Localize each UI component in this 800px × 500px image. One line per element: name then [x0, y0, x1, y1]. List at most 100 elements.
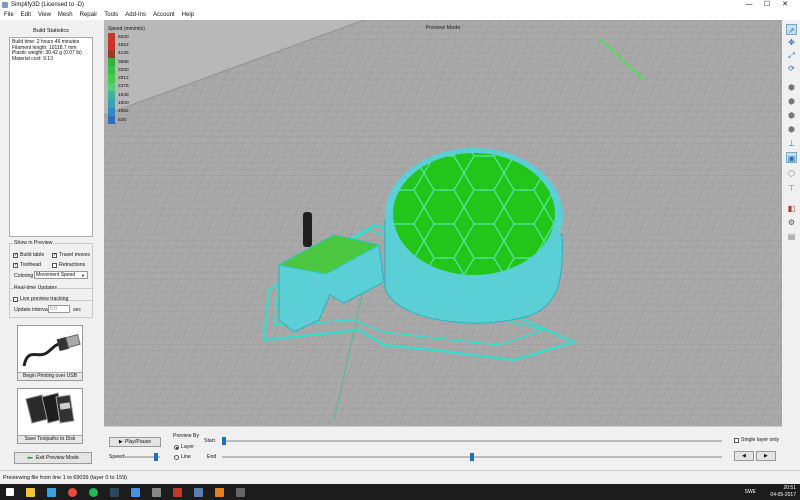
line-radio[interactable]: Line: [174, 454, 191, 460]
next-arrow-icon: ▶: [764, 453, 768, 459]
coloring-value: Movement Speed: [36, 272, 76, 278]
nozzle-icon[interactable]: ⊤: [786, 183, 797, 194]
preview-viewport[interactable]: Preview Mode Speed (mm/min) 5000 4562 4125…: [104, 20, 782, 426]
menu-add-ins[interactable]: Add-Ins: [125, 12, 146, 18]
legend-title: Speed (mm/min): [108, 26, 145, 32]
legend-swatch: [108, 99, 115, 108]
view-iso-icon[interactable]: ⬢: [786, 82, 797, 93]
windows-start-icon[interactable]: [6, 488, 14, 496]
menu-help[interactable]: Help: [182, 12, 194, 18]
layer-radio-dot: [174, 444, 179, 450]
usb-print-button[interactable]: Begin Printing over USB: [17, 325, 83, 381]
toolhead-checkbox[interactable]: ✓ Toolhead: [13, 262, 41, 268]
legend-swatch: [108, 49, 115, 58]
back-arrow-icon: ⬅: [27, 455, 33, 462]
view-right-icon[interactable]: ⬢: [786, 124, 797, 135]
spotify-icon[interactable]: [89, 487, 98, 497]
view-top-icon[interactable]: ⬢: [786, 110, 797, 121]
legend-swatch: [108, 82, 115, 92]
legend-entry: 625: [108, 115, 148, 125]
play-pause-button[interactable]: ▶ Play/Pause: [109, 437, 161, 447]
menu-bar: File Edit View Mesh Repair Tools Add-Ins…: [0, 9, 800, 20]
close-button[interactable]: ✕: [776, 0, 794, 9]
live-preview-checkbox[interactable]: Live preview tracking: [13, 296, 68, 302]
menu-edit[interactable]: Edit: [21, 12, 31, 18]
legend-entry: 1062: [108, 107, 148, 116]
store-icon[interactable]: [131, 487, 140, 497]
menu-view[interactable]: View: [38, 12, 51, 18]
layers-icon[interactable]: ▤: [786, 231, 797, 242]
layer-radio-label: Layer: [181, 444, 194, 450]
menu-account[interactable]: Account: [153, 12, 175, 18]
move-icon[interactable]: ✥: [786, 37, 797, 48]
minimize-button[interactable]: —: [740, 0, 758, 9]
start-slider[interactable]: [222, 440, 722, 442]
legend-entry: 2812: [108, 74, 148, 83]
start-slider-thumb[interactable]: [222, 437, 226, 445]
save-toolpaths-button[interactable]: Save Toolpaths to Disk: [17, 388, 83, 444]
legend-value: 2812: [118, 76, 129, 82]
menu-file[interactable]: File: [4, 12, 14, 18]
file-explorer-icon[interactable]: [26, 487, 35, 497]
view-front-icon[interactable]: ⬢: [786, 96, 797, 107]
rotate-icon[interactable]: ⟳: [786, 63, 797, 74]
exit-preview-label: Exit Preview Mode: [35, 455, 79, 461]
usb-cable-icon: [22, 334, 81, 367]
title-bar: Simplify3D (Licensed to -D) — ☐ ✕: [0, 0, 800, 9]
single-layer-checkbox[interactable]: Single layer only: [734, 437, 779, 443]
steam-icon[interactable]: [110, 487, 119, 497]
travel-moves-label: Travel moves: [59, 252, 90, 258]
vlc-icon[interactable]: [215, 487, 224, 497]
cube-icon[interactable]: ⬡: [786, 168, 797, 179]
update-interval-input[interactable]: 5.0: [48, 305, 70, 313]
speed-slider-thumb[interactable]: [154, 453, 159, 461]
maximize-button[interactable]: ☐: [758, 0, 776, 9]
legend-value: 2375: [118, 84, 129, 90]
legend-value: 1062: [118, 109, 129, 115]
support-icon[interactable]: ◧: [786, 203, 797, 214]
system-tray: 20:51 04-05-2017: [770, 484, 796, 500]
layer-radio[interactable]: Layer: [174, 444, 194, 450]
section-view-icon[interactable]: ▣: [786, 152, 797, 163]
app-icon-red[interactable]: [173, 487, 182, 497]
sd-card-icon: [25, 392, 75, 424]
simplify3d-icon[interactable]: [194, 487, 203, 497]
play-icon: ▶: [118, 439, 123, 445]
zoom-icon[interactable]: ⤢: [786, 50, 797, 61]
live-preview-label: Live preview tracking: [20, 296, 69, 302]
legend-swatch: [108, 57, 115, 67]
coloring-select[interactable]: Movement Speed ▼: [34, 271, 88, 279]
photos-icon[interactable]: [152, 487, 161, 497]
app-icon-gray[interactable]: [236, 487, 245, 497]
update-interval-unit: sec: [73, 307, 82, 313]
build-table-checkbox[interactable]: ✓ Build table: [13, 252, 44, 258]
single-layer-check: [734, 437, 739, 443]
settings-gear-icon[interactable]: ⚙: [786, 217, 797, 228]
exit-preview-button[interactable]: ⬅ Exit Preview Mode: [14, 452, 92, 464]
legend-entry: 3250: [108, 66, 148, 75]
end-slider-thumb[interactable]: [470, 453, 474, 461]
travel-moves-checkbox[interactable]: ✓ Travel moves: [52, 252, 90, 258]
legend-swatch: [108, 91, 115, 100]
chrome-icon[interactable]: [68, 487, 77, 497]
legend-value: 4562: [118, 42, 129, 48]
line-radio-label: Line: [181, 454, 191, 460]
select-cursor-icon[interactable]: ➚: [786, 24, 797, 35]
legend-value: 3688: [118, 59, 129, 65]
retractions-checkbox[interactable]: Retractions: [52, 262, 85, 268]
legend-swatch: [108, 33, 115, 42]
menu-mesh[interactable]: Mesh: [58, 12, 73, 18]
speed-legend: Speed (mm/min) 5000 4562 4125 3688 3250 2812 2…: [108, 26, 148, 125]
edge-icon[interactable]: [47, 487, 56, 497]
build-table-label: Build table: [20, 252, 45, 258]
menu-repair[interactable]: Repair: [80, 12, 98, 18]
legend-entry: 3688: [108, 57, 148, 67]
axes-icon[interactable]: ⊥: [786, 138, 797, 149]
next-layer-button[interactable]: ▶: [756, 451, 776, 461]
preview-by-label: Preview By: [173, 433, 199, 439]
menu-tools[interactable]: Tools: [104, 12, 118, 18]
prev-layer-button[interactable]: ◀: [734, 451, 754, 461]
clock-date: 04-05-2017: [770, 492, 796, 498]
legend-swatch: [108, 41, 115, 50]
preview-controls: ▶ Play/Pause Speed: Preview By Layer Line…: [104, 426, 782, 470]
